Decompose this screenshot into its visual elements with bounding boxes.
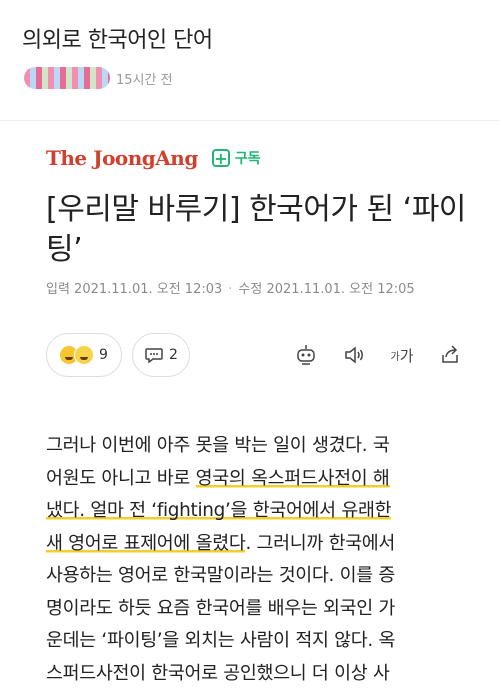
comment-button[interactable]: 2 bbox=[132, 333, 190, 377]
highlighted-text: 영국의 옥스퍼드사전이 해 bbox=[196, 468, 390, 489]
publisher-row: The JoongAng + 구독 bbox=[46, 146, 261, 170]
author-row: 15시간 전 bbox=[24, 64, 173, 92]
article-body: 그러나 이번에 아주 못을 박는 일이 생겼다. 국 어원도 아니고 바로 영국… bbox=[46, 430, 450, 690]
highlighted-text: 냈다. 얼마 전 ‘fighting’을 한국어에서 유래한 bbox=[46, 500, 391, 521]
input-date: 입력 2021.11.01. 오전 12:03 bbox=[46, 282, 222, 297]
plus-icon: + bbox=[212, 149, 230, 167]
body-line: 냈다. 얼마 전 ‘fighting’을 한국어에서 유래한 bbox=[46, 495, 450, 528]
post-title: 의외로 한국어인 단어 bbox=[22, 22, 213, 54]
subscribe-label: 구독 bbox=[235, 148, 261, 168]
post-time: 15시간 전 bbox=[116, 69, 173, 88]
body-line: 어원도 아니고 바로 영국의 옥스퍼드사전이 해 bbox=[46, 463, 450, 496]
body-line: 사용하는 영어로 한국말이라는 것이다. 이를 증 bbox=[46, 560, 450, 593]
article-tools: 가가 bbox=[290, 339, 466, 371]
font-size-large-label: 가 bbox=[400, 345, 414, 366]
body-line: 새 영어로 표제어에 올렸다. 그러니까 한국에서 bbox=[46, 528, 450, 561]
highlighted-text: 새 영어로 표제어에 올렸다 bbox=[46, 533, 245, 554]
robot-summary-button[interactable] bbox=[290, 339, 322, 371]
comment-count: 2 bbox=[169, 347, 178, 363]
font-size-small-label: 가 bbox=[390, 348, 399, 363]
laugh-emoji-icon bbox=[74, 345, 94, 365]
publisher-logo[interactable]: The JoongAng bbox=[46, 146, 198, 170]
listen-button[interactable] bbox=[338, 339, 370, 371]
article-actions: 9 2 가가 bbox=[46, 332, 466, 378]
author-avatar[interactable] bbox=[24, 67, 110, 89]
reaction-count: 9 bbox=[99, 347, 108, 363]
modified-date: 수정 2021.11.01. 오전 12:05 bbox=[238, 282, 414, 297]
share-button[interactable] bbox=[434, 339, 466, 371]
body-line: 운데는 ‘파이팅’을 외치는 사람이 적지 않다. 옥 bbox=[46, 625, 450, 658]
share-icon bbox=[438, 343, 462, 367]
body-line: 명이라도 하듯 요즘 한국어를 배우는 외국인 가 bbox=[46, 593, 450, 626]
reaction-button[interactable]: 9 bbox=[46, 333, 122, 377]
speaker-icon bbox=[342, 343, 366, 367]
subscribe-button[interactable]: + 구독 bbox=[212, 148, 261, 168]
robot-icon bbox=[294, 343, 318, 367]
article-headline: [우리말 바루기] 한국어가 된 ‘파이팅’ bbox=[46, 190, 466, 270]
body-line: 그러나 이번에 아주 못을 박는 일이 생겼다. 국 bbox=[46, 430, 450, 463]
divider bbox=[0, 120, 500, 121]
comment-icon bbox=[144, 345, 164, 365]
body-line: 스퍼드사전이 한국어로 공인했으니 더 이상 사 bbox=[46, 658, 450, 690]
article-dates: 입력 2021.11.01. 오전 12:03·수정 2021.11.01. 오… bbox=[46, 278, 415, 297]
font-size-button[interactable]: 가가 bbox=[386, 339, 418, 371]
